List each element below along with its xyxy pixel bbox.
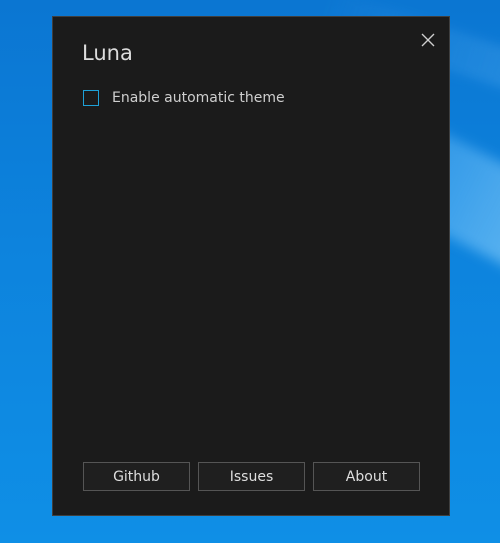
auto-theme-label: Enable automatic theme <box>112 90 285 106</box>
about-button[interactable]: About <box>313 462 420 491</box>
close-icon <box>421 33 435 47</box>
auto-theme-checkbox[interactable] <box>83 90 99 106</box>
footer-buttons: Github Issues About <box>83 462 420 491</box>
close-button[interactable] <box>417 29 439 51</box>
window-title: Luna <box>82 41 133 65</box>
auto-theme-option[interactable]: Enable automatic theme <box>83 90 285 106</box>
issues-button[interactable]: Issues <box>198 462 305 491</box>
github-button[interactable]: Github <box>83 462 190 491</box>
luna-window: Luna Enable automatic theme Github Issue… <box>52 16 450 516</box>
